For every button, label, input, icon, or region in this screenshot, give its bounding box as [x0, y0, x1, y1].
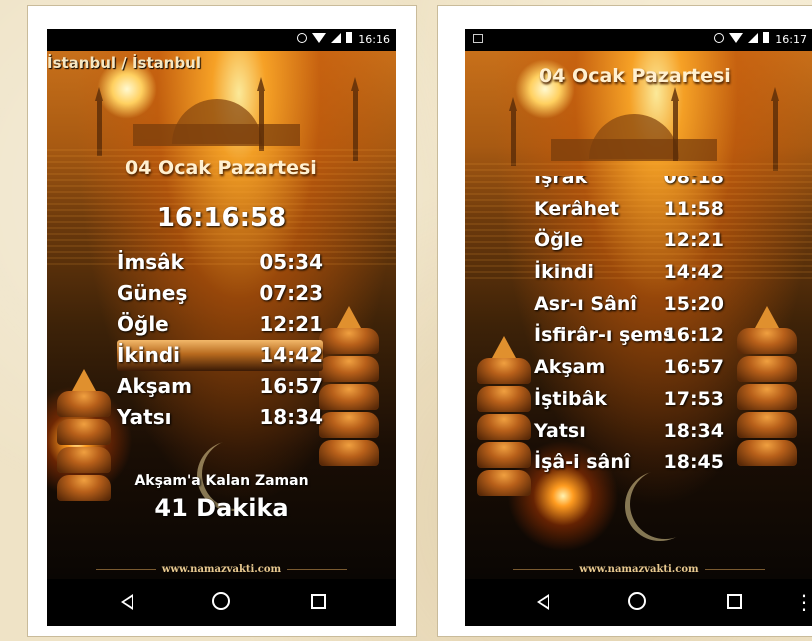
prayer-time: 12:21	[663, 229, 724, 252]
prayer-app-view: 04 Ocak Pazartesi İşrâk 08:18 Kerâhet 11…	[465, 51, 812, 579]
prayer-time: 11:58	[663, 197, 724, 220]
prayer-time: 18:34	[259, 405, 323, 429]
prayer-row: Güneş 07:23	[117, 278, 323, 309]
prayer-name: İştibâk	[534, 387, 608, 410]
minaret-left	[95, 87, 103, 156]
minaret-left	[509, 97, 517, 166]
image-notification-icon	[473, 34, 483, 43]
prayer-time: 08:18	[663, 176, 724, 188]
screenshot-card-right: 16:17 04 Ocak Pazartesi İşrâk 08:18 Kerâ…	[437, 5, 812, 637]
prayer-time: 18:45	[663, 451, 724, 474]
prayer-name: Kerâhet	[534, 197, 619, 220]
prayer-name: Yatsı	[534, 419, 586, 442]
prayer-times-scroll[interactable]: İşrâk 08:18 Kerâhet 11:58 Öğle 12:21 İki…	[465, 176, 812, 519]
prayer-row-active: İkindi 14:42	[117, 340, 323, 371]
battery-icon	[346, 32, 352, 43]
mosque-silhouette	[495, 106, 773, 161]
back-icon[interactable]	[537, 594, 549, 610]
prayer-app-view: İstanbul / İstanbul 04 Ocak Pazartesi 16…	[47, 51, 396, 579]
status-bar: 16:16	[47, 29, 396, 51]
wifi-icon	[312, 32, 326, 43]
minaret-center	[671, 87, 679, 161]
overflow-menu-icon[interactable]: ⋮	[794, 587, 812, 617]
date-label: 04 Ocak Pazartesi	[539, 65, 731, 87]
minaret-right	[771, 87, 779, 171]
prayer-time: 05:34	[259, 250, 323, 274]
prayer-time: 07:23	[259, 281, 323, 305]
mosque-silhouette	[77, 91, 356, 146]
current-time: 16:16:58	[156, 203, 287, 233]
phone-screen-right: 16:17 04 Ocak Pazartesi İşrâk 08:18 Kerâ…	[465, 29, 812, 626]
location-label[interactable]: İstanbul / İstanbul	[47, 54, 201, 72]
prayer-row: İkindi 14:42	[534, 257, 756, 289]
signal-icon	[748, 32, 758, 43]
prayer-row: Akşam 16:57	[117, 371, 323, 402]
prayer-name: İkindi	[117, 343, 181, 367]
website-link[interactable]: www.namazvakti.com	[47, 564, 396, 575]
website-link[interactable]: www.namazvakti.com	[465, 564, 812, 575]
prayer-times-list: İmsâk 05:34 Güneş 07:23 Öğle 12:21 İkind…	[117, 247, 323, 433]
minaret-center	[257, 77, 265, 151]
prayer-row: Asr-ı Sânî 15:20	[534, 289, 756, 321]
prayer-time: 18:34	[663, 419, 724, 442]
prayer-name: İkindi	[534, 261, 594, 284]
prayer-name: Güneş	[117, 281, 188, 305]
prayer-name: Akşam	[534, 356, 606, 379]
prayer-row: Yatsı 18:34	[534, 416, 756, 448]
navigation-bar	[47, 579, 396, 626]
prayer-name: İşrâk	[534, 176, 588, 188]
wifi-icon	[729, 32, 743, 43]
prayer-time: 12:21	[259, 312, 323, 336]
screenshot-card-left: 16:16 İstanbul / İstanbul 04 Ocak Pazart…	[27, 5, 417, 637]
prayer-row: Yatsı 18:34	[117, 402, 323, 433]
back-icon[interactable]	[121, 594, 133, 610]
signal-icon	[331, 32, 341, 43]
status-time: 16:17	[775, 33, 807, 46]
prayer-name: İşâ-i sânî	[534, 451, 631, 474]
home-icon[interactable]	[628, 592, 646, 610]
prayer-row: Öğle 12:21	[534, 225, 756, 257]
recent-apps-icon[interactable]	[311, 594, 326, 609]
prayer-time: 14:42	[259, 343, 323, 367]
remaining-time-label: Akşam'a Kalan Zaman	[134, 473, 309, 489]
prayer-name: Yatsı	[117, 405, 172, 429]
prayer-row: İşâ-i sânî 18:45	[534, 447, 756, 479]
prayer-time: 16:12	[663, 324, 724, 347]
prayer-row: Kerâhet 11:58	[534, 194, 756, 226]
remaining-time-value: 41 Dakika	[154, 494, 289, 522]
prayer-name: Asr-ı Sânî	[534, 292, 637, 315]
prayer-time: 15:20	[663, 292, 724, 315]
prayer-row: İştibâk 17:53	[534, 384, 756, 416]
home-icon[interactable]	[212, 592, 230, 610]
prayer-row: İmsâk 05:34	[117, 247, 323, 278]
prayer-row: İşrâk 08:18	[534, 176, 756, 194]
prayer-row: Öğle 12:21	[117, 309, 323, 340]
prayer-time: 16:57	[259, 374, 323, 398]
tower-right	[319, 306, 379, 468]
prayer-name: İsfirâr-ı şems	[534, 324, 675, 347]
prayer-time: 17:53	[663, 387, 724, 410]
prayer-times-list: İşrâk 08:18 Kerâhet 11:58 Öğle 12:21 İki…	[534, 176, 756, 479]
prayer-time: 14:42	[663, 261, 724, 284]
prayer-name: Akşam	[117, 374, 193, 398]
prayer-name: Öğle	[534, 229, 584, 252]
navigation-bar: ⋮	[465, 579, 812, 626]
prayer-row: Akşam 16:57	[534, 352, 756, 384]
alarm-icon	[297, 32, 307, 43]
status-bar: 16:17	[465, 29, 812, 51]
prayer-name: Öğle	[117, 312, 169, 336]
battery-icon	[763, 32, 769, 43]
prayer-row: İsfirâr-ı şems 16:12	[534, 320, 756, 352]
prayer-name: İmsâk	[117, 250, 184, 274]
phone-screen-left: 16:16 İstanbul / İstanbul 04 Ocak Pazart…	[47, 29, 396, 626]
status-time: 16:16	[358, 33, 390, 46]
alarm-icon	[714, 32, 724, 43]
date-label: 04 Ocak Pazartesi	[125, 157, 317, 179]
prayer-time: 16:57	[663, 356, 724, 379]
recent-apps-icon[interactable]	[727, 594, 742, 609]
